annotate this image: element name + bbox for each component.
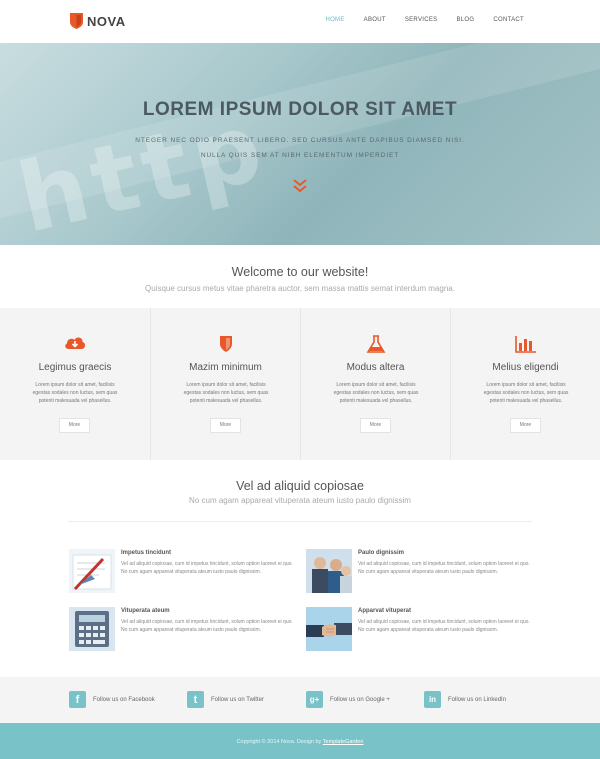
feature-card: Melius eligendi Lorem ipsum dolor sit am… [450,308,600,460]
more-button[interactable]: More [510,418,541,433]
pen-document-thumb[interactable] [69,549,115,593]
item-title[interactable]: Apparvat vituperat [358,608,411,614]
handshake-thumb[interactable] [306,607,352,651]
nav-contact[interactable]: CONTACT [493,17,524,23]
google-plus-icon: g+ [306,691,323,708]
social-label: Follow us on Twitter [211,696,264,703]
social-twitter[interactable]: t Follow us on Twitter [187,691,264,708]
shield-logo-icon [70,13,83,29]
cloud-download-icon [65,337,86,349]
item-text: Vel ad aliquid copiosae, cum id impetus … [358,619,530,633]
twitter-icon: t [187,691,204,708]
copyright-text: Copyright © 2014 Nova. Design by [236,739,323,745]
social-linkedin[interactable]: in Follow us on LinkedIn [424,691,506,708]
list-item: Vituperata ateum Vel ad aliquid copiosae… [69,607,299,655]
copyright: Copyright © 2014 Nova. Design by Templat… [0,739,600,745]
social-google-plus[interactable]: g+ Follow us on Google + [306,691,390,708]
brand-name: NOVA [87,13,126,29]
item-text: Vel ad aliquid copiosae, cum id impetus … [121,619,293,633]
feature-text: Lorem ipsum dolor sit amet, facilisis eg… [483,382,569,404]
site-header: NOVA HOME ABOUT SERVICES BLOG CONTACT [0,0,600,43]
welcome-section: Welcome to our website! Quisque cursus m… [0,245,600,308]
item-text: Vel ad aliquid copiosae, cum id impetus … [358,561,530,575]
linkedin-icon: in [424,691,441,708]
item-title[interactable]: Impetus tincidunt [121,550,171,556]
hero-subtitle-line2: NULLA QUIS SEM AT NIBH ELEMENTUM IMPERDI… [200,152,400,159]
team-photo-thumb[interactable] [306,549,352,593]
list-item: Impetus tincidunt Vel ad aliquid copiosa… [69,549,299,597]
feature-text: Lorem ipsum dolor sit amet, facilisis eg… [32,382,118,404]
feature-card: Mazim minimum Lorem ipsum dolor sit amet… [150,308,300,460]
portfolio-section: Vel ad aliquid copiosae No cum agam appa… [0,460,600,677]
section-subtitle: No cum agam appareat vituperata ateum iu… [189,496,411,505]
item-title[interactable]: Paulo dignissim [358,550,404,556]
item-title[interactable]: Vituperata ateum [121,608,170,614]
feature-title: Legimus graecis [38,362,112,373]
social-label: Follow us on Facebook [93,696,155,703]
social-label: Follow us on Google + [330,696,390,703]
nav-services[interactable]: SERVICES [405,17,438,23]
welcome-title: Welcome to our website! [231,265,369,279]
logo[interactable]: NOVA [70,13,126,29]
hero-subtitle: NTEGER NEC ODIO PRAESENT LIBERO. SED CUR… [0,133,600,163]
feature-title: Melius eligendi [492,362,559,373]
section-title: Vel ad aliquid copiosae [236,479,364,493]
feature-card: Legimus graecis Lorem ipsum dolor sit am… [0,308,150,460]
shield-icon [220,336,232,352]
feature-card: Modus altera Lorem ipsum dolor sit amet,… [300,308,450,460]
hero-subtitle-line1: NTEGER NEC ODIO PRAESENT LIBERO. SED CUR… [135,137,465,144]
feature-title: Modus altera [346,362,405,373]
hero-banner: http LOREM IPSUM DOLOR SIT AMET NTEGER N… [0,43,600,245]
facebook-icon: f [69,691,86,708]
more-button[interactable]: More [59,418,90,433]
social-label: Follow us on LinkedIn [448,696,507,703]
feature-text: Lorem ipsum dolor sit amet, facilisis eg… [333,382,419,404]
list-item: Apparvat vituperat Vel ad aliquid copios… [306,607,536,655]
social-bar: f Follow us on Facebook t Follow us on T… [0,677,600,723]
more-button[interactable]: More [360,418,391,433]
features-row: Legimus graecis Lorem ipsum dolor sit am… [0,308,600,460]
main-nav: HOME ABOUT SERVICES BLOG CONTACT [306,17,524,23]
social-facebook[interactable]: f Follow us on Facebook [69,691,155,708]
hero-title: LOREM IPSUM DOLOR SIT AMET [142,99,458,120]
nav-about[interactable]: ABOUT [364,17,386,23]
item-text: Vel ad aliquid copiosae, cum id impetus … [121,561,293,575]
flask-icon [366,335,386,353]
designer-link[interactable]: TemplateGarden [323,739,364,745]
double-chevron-down-icon[interactable] [292,178,308,194]
nav-home[interactable]: HOME [325,17,344,23]
list-item: Paulo dignissim Vel ad aliquid copiosae,… [306,549,536,597]
nav-blog[interactable]: BLOG [456,17,474,23]
site-footer: Copyright © 2014 Nova. Design by Templat… [0,723,600,759]
welcome-subtitle: Quisque cursus metus vitae pharetra auct… [145,284,455,293]
calculator-thumb[interactable] [69,607,115,651]
feature-text: Lorem ipsum dolor sit amet, facilisis eg… [183,382,269,404]
bar-chart-icon [515,336,536,353]
divider [68,521,532,522]
feature-title: Mazim minimum [189,362,262,373]
more-button[interactable]: More [210,418,241,433]
